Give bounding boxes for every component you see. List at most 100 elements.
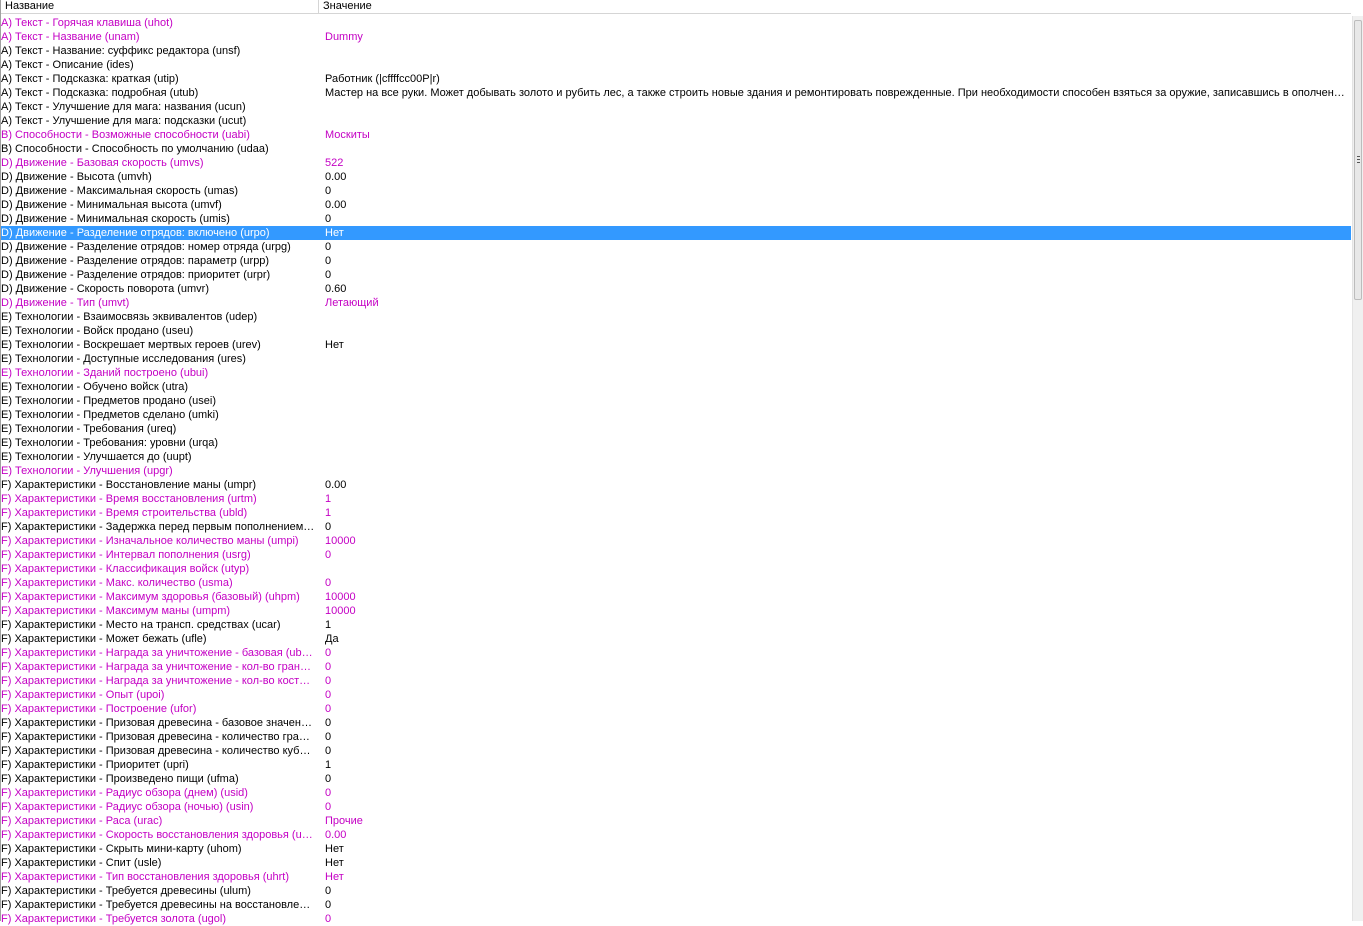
list-row[interactable]: B) Способности - Возможные способности (… (1, 128, 1351, 142)
list-row[interactable]: F) Характеристики - Тип восстановления з… (1, 870, 1351, 884)
list-row[interactable]: F) Характеристики - Восстановление маны … (1, 478, 1351, 492)
list-row[interactable]: D) Движение - Базовая скорость (umvs) 522 (1, 156, 1351, 170)
row-name: E) Технологии - Улучшается до (uupt) (1, 451, 192, 463)
list-row[interactable]: F) Характеристики - Скрыть мини-карту (u… (1, 842, 1351, 856)
list-row[interactable]: F) Характеристики - Опыт (upoi) 0 (1, 688, 1351, 702)
list-row[interactable]: D) Движение - Разделение отрядов: номер … (1, 240, 1351, 254)
row-name: F) Характеристики - Может бежать (ufle) (1, 633, 207, 645)
row-name: E) Технологии - Доступные исследования (… (1, 353, 246, 365)
column-header-name[interactable]: Название (1, 0, 319, 13)
list-row[interactable]: F) Характеристики - Произведено пищи (uf… (1, 772, 1351, 786)
list-row[interactable]: E) Технологии - Зданий построено (ubui) (1, 366, 1351, 380)
column-header-value[interactable]: Значение (319, 0, 1351, 13)
list-row[interactable]: D) Движение - Максимальная скорость (uma… (1, 184, 1351, 198)
list-row[interactable]: E) Технологии - Воскрешает мертвых герое… (1, 338, 1351, 352)
list-row[interactable]: F) Характеристики - Задержка перед первы… (1, 520, 1351, 534)
row-name: F) Характеристики - Требуется древесины … (1, 885, 251, 897)
row-name: E) Технологии - Улучшения (upgr) (1, 465, 173, 477)
list-row[interactable]: A) Текст - Улучшение для мага: названия … (1, 100, 1351, 114)
list-row[interactable]: D) Движение - Минимальная скорость (umis… (1, 212, 1351, 226)
row-value: 10000 (325, 535, 356, 547)
row-value: 0 (325, 703, 332, 715)
list-row[interactable]: E) Технологии - Войск продано (useu) (1, 324, 1351, 338)
list-row[interactable]: F) Характеристики - Награда за уничтожен… (1, 646, 1351, 660)
list-row[interactable]: D) Движение - Скорость поворота (umvr) 0.… (1, 282, 1351, 296)
list-row[interactable]: F) Характеристики - Максимум маны (umpm)… (1, 604, 1351, 618)
row-name: E) Технологии - Войск продано (useu) (1, 325, 194, 337)
row-name: A) Текст - Подсказка: краткая (utip) (1, 73, 179, 85)
list-row[interactable]: A) Текст - Горячая клавиша (uhot) (1, 16, 1351, 30)
list-row[interactable]: E) Технологии - Предметов продано (usei) (1, 394, 1351, 408)
vertical-scrollbar[interactable] (1352, 16, 1363, 921)
list-row[interactable]: A) Текст - Название: суффикс редактора (… (1, 44, 1351, 58)
list-row[interactable]: E) Технологии - Улучшения (upgr) (1, 464, 1351, 478)
list-row[interactable]: A) Текст - Описание (ides) (1, 58, 1351, 72)
row-name: D) Движение - Разделение отрядов: приори… (1, 269, 271, 281)
list-row[interactable]: F) Характеристики - Может бежать (ufle) Д… (1, 632, 1351, 646)
list-row[interactable]: F) Характеристики - Приоритет (upri) 1 (1, 758, 1351, 772)
list-row-selected[interactable]: D) Движение - Разделение отрядов: включе… (1, 226, 1351, 240)
list-row[interactable]: A) Текст - Улучшение для мага: подсказки… (1, 114, 1351, 128)
row-name: F) Характеристики - Призовая древесина -… (1, 717, 315, 729)
list-row[interactable]: A) Текст - Подсказка: краткая (utip) Рабо… (1, 72, 1351, 86)
list-row[interactable]: A) Текст - Название (unam) Dummy (1, 30, 1351, 44)
row-value: 0 (325, 689, 332, 701)
row-value: 0 (325, 787, 332, 799)
list-row[interactable]: E) Технологии - Доступные исследования (… (1, 352, 1351, 366)
scrollbar-grip-icon (1357, 156, 1360, 163)
row-value: 0 (325, 661, 332, 673)
list-row[interactable]: D) Движение - Тип (umvt) Летающий (1, 296, 1351, 310)
list-row[interactable]: F) Характеристики - Призовая древесина -… (1, 730, 1351, 744)
row-name: F) Характеристики - Максимум здоровья (б… (1, 591, 300, 603)
row-name: F) Характеристики - Требуется золота (ug… (1, 913, 227, 925)
list-row[interactable]: F) Характеристики - Максимум здоровья (б… (1, 590, 1351, 604)
list-row[interactable]: F) Характеристики - Место на трансп. сре… (1, 618, 1351, 632)
row-name: B) Способности - Способность по умолчани… (1, 143, 269, 155)
list-row[interactable]: F) Характеристики - Требуется древесины … (1, 898, 1351, 912)
list-row[interactable]: F) Характеристики - Награда за уничтожен… (1, 674, 1351, 688)
row-value: 0 (325, 885, 332, 897)
list-row[interactable]: B) Способности - Способность по умолчани… (1, 142, 1351, 156)
list-row[interactable]: F) Характеристики - Макс. количество (us… (1, 576, 1351, 590)
list-row[interactable]: D) Движение - Высота (umvh) 0.00 (1, 170, 1351, 184)
list-row[interactable]: F) Характеристики - Время строительства … (1, 506, 1351, 520)
row-value: 0.60 (325, 283, 347, 295)
row-value: Нет (325, 871, 344, 883)
row-name: E) Технологии - Предметов сделано (umki) (1, 409, 219, 421)
list-row[interactable]: F) Характеристики - Призовая древесина -… (1, 744, 1351, 758)
list-row[interactable]: E) Технологии - Требования (ureq) (1, 422, 1351, 436)
list-row[interactable]: D) Движение - Разделение отрядов: приори… (1, 268, 1351, 282)
list-row[interactable]: F) Характеристики - Время восстановления… (1, 492, 1351, 506)
scrollbar-thumb[interactable] (1354, 20, 1362, 300)
list-row[interactable]: F) Характеристики - Призовая древесина -… (1, 716, 1351, 730)
row-name: A) Текст - Описание (ides) (1, 59, 134, 71)
row-value: 0 (325, 773, 332, 785)
list-row[interactable]: F) Характеристики - Радиус обзора (днем)… (1, 786, 1351, 800)
row-value: 10000 (325, 605, 356, 617)
list-row[interactable]: A) Текст - Подсказка: подробная (utub) Ма… (1, 86, 1351, 100)
list-row[interactable]: F) Характеристики - Требуется золота (ug… (1, 912, 1351, 926)
list-row[interactable]: E) Технологии - Взаимосвязь эквивалентов… (1, 310, 1351, 324)
list-row[interactable]: F) Характеристики - Раса (urac) Прочие (1, 814, 1351, 828)
row-name: D) Движение - Высота (umvh) (1, 171, 152, 183)
list-row[interactable]: F) Характеристики - Классификация войск … (1, 562, 1351, 576)
row-name: E) Технологии - Требования: уровни (urqa… (1, 437, 219, 449)
list-row[interactable]: F) Характеристики - Спит (usle) Нет (1, 856, 1351, 870)
list-row[interactable]: F) Характеристики - Построение (ufor) 0 (1, 702, 1351, 716)
list-row[interactable]: F) Характеристики - Интервал пополнения … (1, 548, 1351, 562)
list-row[interactable]: E) Технологии - Обучено войск (utra) (1, 380, 1351, 394)
list-row[interactable]: F) Характеристики - Изначальное количест… (1, 534, 1351, 548)
list-row[interactable]: D) Движение - Разделение отрядов: параме… (1, 254, 1351, 268)
properties-list[interactable]: A) Текст - Горячая клавиша (uhot) A) Текс… (1, 16, 1351, 926)
list-row[interactable]: E) Технологии - Предметов сделано (umki) (1, 408, 1351, 422)
list-row[interactable]: D) Движение - Минимальная высота (umvf) 0… (1, 198, 1351, 212)
list-row[interactable]: F) Характеристики - Требуется древесины … (1, 884, 1351, 898)
row-name: D) Движение - Тип (umvt) (1, 297, 130, 309)
list-row[interactable]: F) Характеристики - Скорость восстановле… (1, 828, 1351, 842)
list-row[interactable]: E) Технологии - Требования: уровни (urqa… (1, 436, 1351, 450)
list-row[interactable]: E) Технологии - Улучшается до (uupt) (1, 450, 1351, 464)
list-row[interactable]: F) Характеристики - Радиус обзора (ночью… (1, 800, 1351, 814)
list-row[interactable]: F) Характеристики - Награда за уничтожен… (1, 660, 1351, 674)
row-value: 0.00 (325, 829, 347, 841)
row-name: F) Характеристики - Тип восстановления з… (1, 871, 290, 883)
